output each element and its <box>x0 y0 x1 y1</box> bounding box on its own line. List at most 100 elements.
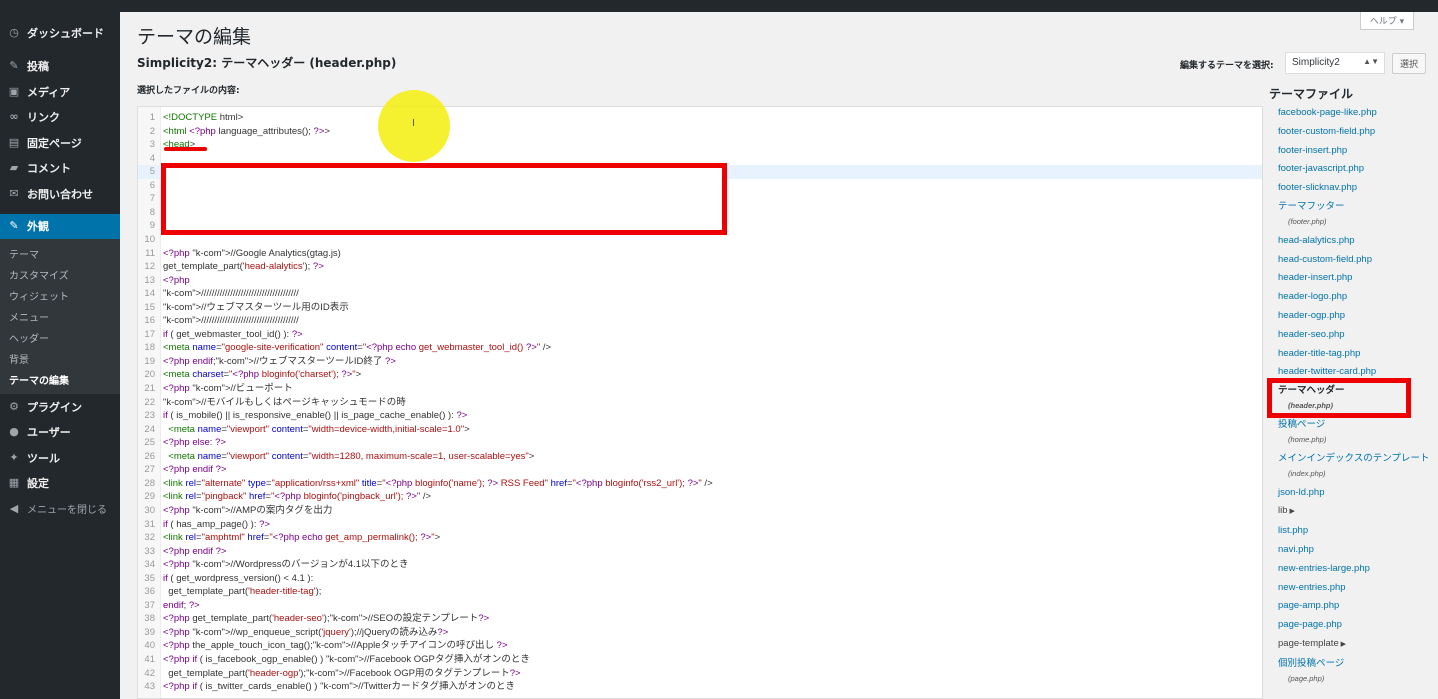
code-line[interactable]: 1 <!DOCTYPE html> <box>138 111 1262 125</box>
code-line[interactable]: 20 <meta charset="<?php bloginfo('charset… <box>138 368 1262 382</box>
code-line[interactable]: 39 <?php "k-com">//wp_enqueue_script('jqu… <box>138 626 1262 640</box>
sidebar-item-link[interactable]: ∞ リンク <box>0 105 120 131</box>
file-link[interactable]: page-page.php <box>1269 618 1434 631</box>
sidebar-item-page[interactable]: ▤ 固定ページ <box>0 130 120 156</box>
file-folder[interactable]: lib <box>1269 504 1434 518</box>
file-label: header-insert.php <box>1278 272 1353 284</box>
line-number: 15 <box>144 301 155 313</box>
code-line[interactable]: 27 <?php endif ?> <box>138 463 1262 477</box>
file-link[interactable]: footer-javascript.php <box>1269 162 1434 175</box>
file-link[interactable]: header-title-tag.php <box>1269 347 1434 360</box>
code-line[interactable]: 18 <meta name="google-site-verification" … <box>138 341 1262 355</box>
submenu-item[interactable]: テーマ <box>0 243 120 264</box>
code-line[interactable]: 43 <?php if ( is_twitter_cards_enable() )… <box>138 680 1262 694</box>
file-link[interactable]: header-insert.php <box>1269 271 1434 284</box>
collapse-icon: ◀ <box>9 501 19 515</box>
file-label: head-custom-field.php <box>1278 253 1372 265</box>
code-line[interactable]: 36 get_template_part('header-title-tag')… <box>138 585 1262 599</box>
code-line[interactable]: 22 "k-com">//モバイルもしくはページキャッシュモードの時 <box>138 396 1262 410</box>
file-link[interactable]: テーマフッター (footer.php) <box>1269 200 1434 228</box>
code-line[interactable]: 23 if ( is_mobile() || is_responsive_enab… <box>138 409 1262 423</box>
code-line[interactable]: 31 if ( has_amp_page() ): ?> <box>138 518 1262 532</box>
code-line[interactable]: 40 <?php the_apple_touch_icon_tag();"k-co… <box>138 639 1262 653</box>
file-link[interactable]: navi.php <box>1269 543 1434 556</box>
code-line[interactable]: 37 endif; ?> <box>138 599 1262 613</box>
sidebar-item-plugin[interactable]: ⚙ プラグイン <box>0 394 120 420</box>
sidebar-item-label: ツール <box>27 451 60 465</box>
code-line[interactable]: 3 <head> <box>138 138 1262 152</box>
code-line[interactable]: 13 <?php <box>138 274 1262 288</box>
code-line[interactable]: 19 <?php endif;"k-com">//ウェブマスターツールID終了 ?… <box>138 355 1262 369</box>
file-link[interactable]: 投稿ページ (home.php) <box>1269 418 1434 446</box>
code-text: get_template_part('head-alalytics'); ?> <box>163 261 324 273</box>
file-link[interactable]: head-alalytics.php <box>1269 234 1434 247</box>
file-link[interactable]: header-ogp.php <box>1269 309 1434 322</box>
code-line[interactable]: 16 "k-com">//////////////////////////////… <box>138 314 1262 328</box>
sidebar-item-collapse[interactable]: ◀ メニューを閉じる <box>0 496 120 522</box>
sidebar-item-appearance[interactable]: ✎ 外観 <box>0 213 120 239</box>
sidebar-item-mail[interactable]: ✉ お問い合わせ <box>0 181 120 207</box>
theme-select[interactable]: Simplicity2 ▲▼ <box>1285 52 1385 74</box>
line-number: 17 <box>144 328 155 340</box>
code-text: <link rel="pingback" href="<?php bloginf… <box>163 491 432 503</box>
file-link[interactable]: head-custom-field.php <box>1269 253 1434 266</box>
file-link[interactable]: header-logo.php <box>1269 290 1434 303</box>
file-folder[interactable]: page-template <box>1269 637 1434 651</box>
code-line[interactable]: 21 <?php "k-com">//ビューポート <box>138 382 1262 396</box>
code-line[interactable]: 33 <?php endif ?> <box>138 545 1262 559</box>
file-link[interactable]: 個別投稿ページ (page.php) <box>1269 657 1434 685</box>
file-link[interactable]: メインインデックスのテンプレート (index.php) <box>1269 452 1434 480</box>
sidebar-item-settings[interactable]: ▦ 設定 <box>0 471 120 497</box>
code-line[interactable]: 32 <link rel="amphtml" href="<?php echo g… <box>138 531 1262 545</box>
file-link[interactable]: footer-slicknav.php <box>1269 181 1434 194</box>
file-link[interactable]: new-entries-large.php <box>1269 562 1434 575</box>
file-link[interactable]: footer-insert.php <box>1269 144 1434 157</box>
sidebar-item-label: ダッシュボード <box>27 26 104 40</box>
appearance-submenu: テーマ カスタマイズ ウィジェット メニュー ヘッダー 背景 テーマの編集 <box>0 239 120 394</box>
submenu-item[interactable]: メニュー <box>0 306 120 327</box>
code-line[interactable]: 11 <?php "k-com">//Google Analytics(gtag.… <box>138 247 1262 261</box>
code-line[interactable]: 38 <?php get_template_part('header-seo');… <box>138 612 1262 626</box>
file-label: lib <box>1278 505 1288 517</box>
file-link[interactable]: header-seo.php <box>1269 328 1434 341</box>
file-link[interactable]: json-ld.php <box>1269 486 1434 499</box>
code-line[interactable]: 29 <link rel="pingback" href="<?php blogi… <box>138 490 1262 504</box>
code-text: <meta charset="<?php bloginfo('charset')… <box>163 369 362 381</box>
select-theme-button[interactable]: 選択 <box>1392 53 1426 74</box>
tool-icon: ✦ <box>9 450 19 464</box>
code-line[interactable]: 28 <link rel="alternate" type="applicatio… <box>138 477 1262 491</box>
code-line[interactable]: 15 "k-com">//ウェブマスターツール用のID表示 <box>138 301 1262 315</box>
sidebar-item-pin[interactable]: ✎ 投稿 <box>0 54 120 80</box>
help-button[interactable]: ヘルプ ▾ <box>1360 12 1414 30</box>
file-link[interactable]: facebook-page-like.php <box>1269 106 1434 119</box>
code-line[interactable]: 24 <meta name="viewport" content="width=… <box>138 423 1262 437</box>
file-link[interactable]: footer-custom-field.php <box>1269 125 1434 138</box>
submenu-item[interactable]: 背景 <box>0 348 120 369</box>
submenu-item[interactable]: ウィジェット <box>0 285 120 306</box>
submenu-item[interactable]: カスタマイズ <box>0 264 120 285</box>
sidebar-item-media[interactable]: ▣ メディア <box>0 79 120 105</box>
code-line[interactable]: 30 <?php "k-com">//AMPの案内タグを出力 <box>138 504 1262 518</box>
sidebar-item-user[interactable]: ● ユーザー <box>0 420 120 446</box>
sidebar-item-dashboard[interactable]: ◷ ダッシュボード <box>0 20 120 46</box>
code-line[interactable]: 25 <?php else: ?> <box>138 436 1262 450</box>
line-number: 21 <box>144 383 155 394</box>
sidebar-item-label: ユーザー <box>27 426 71 440</box>
sidebar-item-comment[interactable]: ▰ コメント <box>0 156 120 182</box>
code-line[interactable]: 26 <meta name="viewport" content="width=… <box>138 450 1262 464</box>
submenu-item[interactable]: ヘッダー <box>0 327 120 348</box>
code-line[interactable]: 35 if ( get_wordpress_version() < 4.1 ): <box>138 572 1262 586</box>
file-link[interactable]: header-twitter-card.php <box>1269 365 1434 378</box>
sidebar-item-tool[interactable]: ✦ ツール <box>0 445 120 471</box>
code-line[interactable]: 2 <html <?php language_attributes(); ?>> <box>138 125 1262 139</box>
code-line[interactable]: 41 <?php if ( is_facebook_ogp_enable() ) … <box>138 653 1262 667</box>
code-line[interactable]: 14 "k-com">//////////////////////////////… <box>138 287 1262 301</box>
code-line[interactable]: 17 if ( get_webmaster_tool_id() ): ?> <box>138 328 1262 342</box>
code-line[interactable]: 34 <?php "k-com">//Wordpressのバージョンが4.1以下の… <box>138 558 1262 572</box>
file-link[interactable]: page-amp.php <box>1269 599 1434 612</box>
code-line[interactable]: 12 get_template_part('head-alalytics'); ?… <box>138 260 1262 274</box>
file-link[interactable]: list.php <box>1269 524 1434 537</box>
submenu-item[interactable]: テーマの編集 <box>0 369 120 390</box>
code-line[interactable]: 42 get_template_part('header-ogp');"k-co… <box>138 667 1262 681</box>
file-link[interactable]: new-entries.php <box>1269 581 1434 594</box>
